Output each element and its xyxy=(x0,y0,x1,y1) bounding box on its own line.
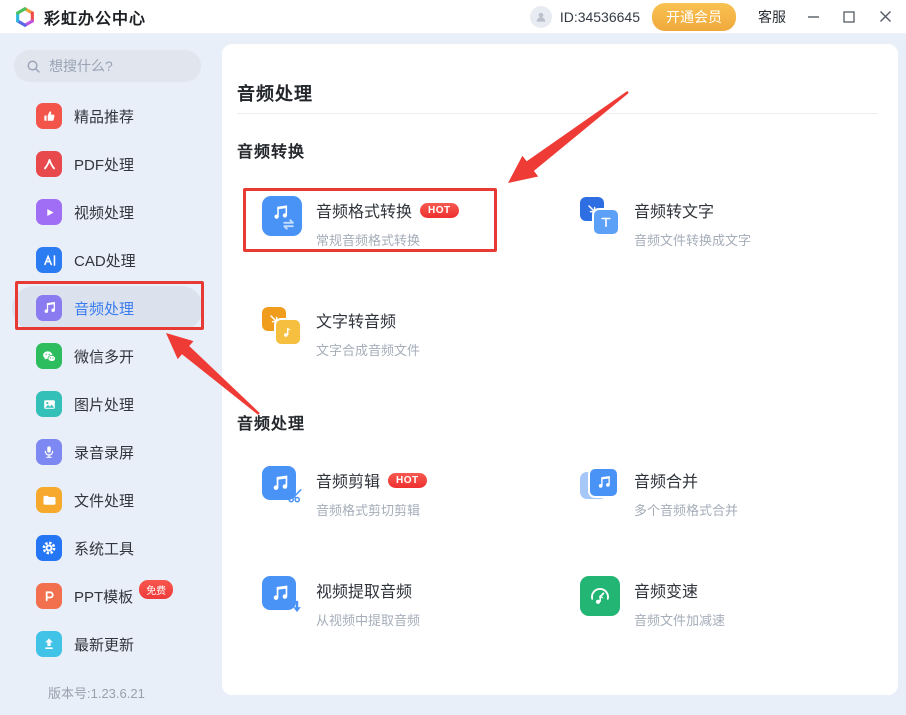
card-text-to-audio[interactable]: 文字转音频 文字合成音频文件 xyxy=(262,306,562,359)
sidebar-item-label: CAD处理 xyxy=(74,250,136,271)
gear-icon xyxy=(36,535,62,561)
sidebar-item-wechat[interactable]: 微信多开 xyxy=(0,332,215,380)
main-panel: 音频处理 音频转换 音频格式转换 HOT 常规音频格式转换 xyxy=(222,44,898,695)
card-title: 音频格式转换 xyxy=(316,198,412,222)
sidebar-item-video[interactable]: 视频处理 xyxy=(0,188,215,236)
avatar[interactable] xyxy=(530,6,552,28)
card-subtitle: 从视频中提取音频 xyxy=(316,610,420,629)
microphone-icon xyxy=(36,439,62,465)
app-window: 彩虹办公中心 ID:34536645 开通会员 客服 xyxy=(0,0,906,715)
sidebar-item-label: 微信多开 xyxy=(74,346,134,367)
video-extract-audio-icon xyxy=(262,576,302,616)
card-audio-merge[interactable]: 音频合并 多个音频格式合并 xyxy=(580,466,880,519)
open-member-button[interactable]: 开通会员 xyxy=(652,3,736,31)
sidebar-item-label: 图片处理 xyxy=(74,394,134,415)
audio-clip-icon xyxy=(262,466,302,506)
sidebar-item-featured[interactable]: 精品推荐 xyxy=(0,92,215,140)
page-title: 音频处理 xyxy=(237,80,313,106)
audio-merge-icon xyxy=(580,466,620,506)
card-video-extract-audio[interactable]: 视频提取音频 从视频中提取音频 xyxy=(262,576,562,629)
audio-to-text-icon xyxy=(580,196,620,236)
hot-badge: HOT xyxy=(420,203,459,218)
card-title: 音频剪辑 xyxy=(316,468,380,492)
pdf-icon xyxy=(36,151,62,177)
close-button[interactable] xyxy=(878,10,892,24)
sidebar-item-record[interactable]: 录音录屏 xyxy=(0,428,215,476)
search-input[interactable] xyxy=(49,58,179,74)
sidebar-item-label: 最新更新 xyxy=(74,634,134,655)
sidebar-item-label: 视频处理 xyxy=(74,202,134,223)
app-logo-icon xyxy=(14,6,36,28)
scissors-icon xyxy=(287,487,303,508)
folder-icon xyxy=(36,487,62,513)
search-box[interactable] xyxy=(14,50,201,82)
card-title: 音频变速 xyxy=(634,578,698,602)
divider xyxy=(237,113,878,114)
cad-icon xyxy=(36,247,62,273)
user-id: ID:34536645 xyxy=(560,9,640,25)
sidebar-item-label: PDF处理 xyxy=(74,154,134,175)
card-title: 音频转文字 xyxy=(634,198,714,222)
card-title: 视频提取音频 xyxy=(316,578,412,602)
sidebar-item-audio[interactable]: 音频处理 xyxy=(0,284,215,332)
card-subtitle: 多个音频格式合并 xyxy=(634,500,738,519)
sidebar: 精品推荐 PDF处理 视频处理 CAD处理 xyxy=(0,34,215,715)
thumbs-up-icon xyxy=(36,103,62,129)
card-subtitle: 音频格式剪切剪辑 xyxy=(316,500,427,519)
card-subtitle: 常规音频格式转换 xyxy=(316,230,459,249)
card-title: 文字转音频 xyxy=(316,308,396,332)
arrow-down-icon xyxy=(291,600,303,618)
sidebar-item-label: 音频处理 xyxy=(74,298,134,319)
search-icon xyxy=(26,59,41,74)
card-subtitle: 音频文件加减速 xyxy=(634,610,725,629)
card-audio-to-text[interactable]: 音频转文字 音频文件转换成文字 xyxy=(580,196,880,249)
sidebar-item-pdf[interactable]: PDF处理 xyxy=(0,140,215,188)
sidebar-item-ppt[interactable]: PPT模板 免费 xyxy=(0,572,215,620)
sidebar-item-label: 系统工具 xyxy=(74,538,134,559)
text-to-audio-icon xyxy=(262,306,302,346)
image-icon xyxy=(36,391,62,417)
sidebar-item-update[interactable]: 最新更新 xyxy=(0,620,215,668)
sidebar-item-system[interactable]: 系统工具 xyxy=(0,524,215,572)
audio-speed-icon xyxy=(580,576,620,616)
audio-format-convert-icon xyxy=(262,196,302,236)
version-label: 版本号:1.23.6.21 xyxy=(48,683,145,702)
card-audio-clip[interactable]: 音频剪辑 HOT 音频格式剪切剪辑 xyxy=(262,466,562,519)
card-subtitle: 文字合成音频文件 xyxy=(316,340,420,359)
section-title-audio-process: 音频处理 xyxy=(237,410,305,434)
wechat-icon xyxy=(36,343,62,369)
titlebar: 彩虹办公中心 ID:34536645 开通会员 客服 xyxy=(0,0,906,34)
support-link[interactable]: 客服 xyxy=(758,7,786,27)
play-icon xyxy=(36,199,62,225)
free-badge: 免费 xyxy=(139,580,173,599)
card-audio-format-convert[interactable]: 音频格式转换 HOT 常规音频格式转换 xyxy=(262,196,562,249)
ppt-icon xyxy=(36,583,62,609)
sidebar-item-label: 录音录屏 xyxy=(74,442,134,463)
hot-badge: HOT xyxy=(388,473,427,488)
sidebar-item-label: 精品推荐 xyxy=(74,106,134,127)
sidebar-item-image[interactable]: 图片处理 xyxy=(0,380,215,428)
section-title-audio-convert: 音频转换 xyxy=(237,138,305,162)
card-audio-speed[interactable]: 音频变速 音频文件加减速 xyxy=(580,576,880,629)
maximize-button[interactable] xyxy=(842,10,856,24)
sidebar-item-label: PPT模板 xyxy=(74,586,133,607)
arrow-up-icon xyxy=(36,631,62,657)
sidebar-item-file[interactable]: 文件处理 xyxy=(0,476,215,524)
app-title: 彩虹办公中心 xyxy=(44,5,146,29)
sidebar-item-label: 文件处理 xyxy=(74,490,134,511)
minimize-button[interactable] xyxy=(806,10,820,24)
card-subtitle: 音频文件转换成文字 xyxy=(634,230,751,249)
sidebar-item-cad[interactable]: CAD处理 xyxy=(0,236,215,284)
sidebar-menu: 精品推荐 PDF处理 视频处理 CAD处理 xyxy=(0,92,215,668)
user-icon xyxy=(534,10,548,24)
music-note-icon xyxy=(36,295,62,321)
card-title: 音频合并 xyxy=(634,468,698,492)
